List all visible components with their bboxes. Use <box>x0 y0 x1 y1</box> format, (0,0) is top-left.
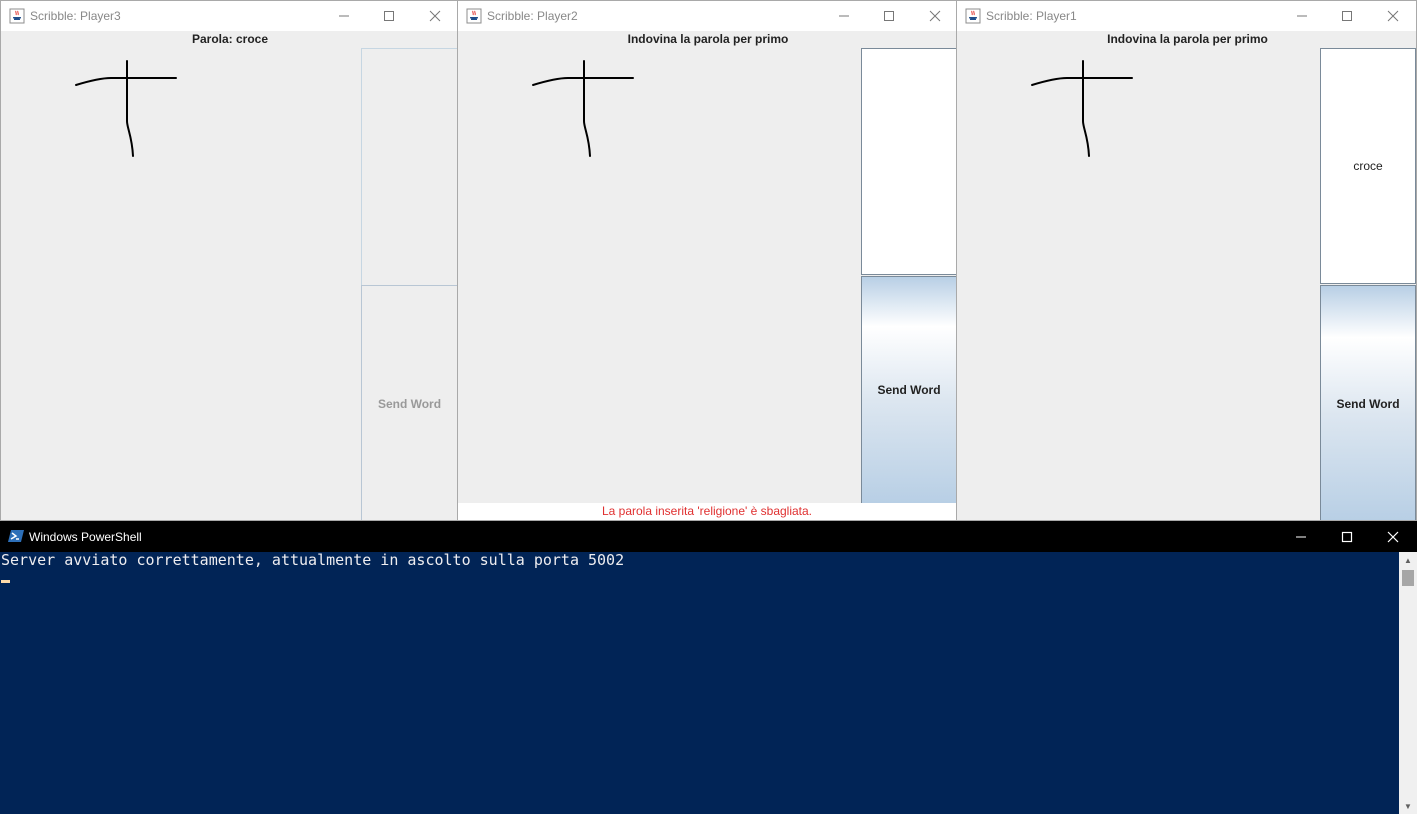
scroll-thumb[interactable] <box>1402 570 1414 586</box>
player3-window: Scribble: Player3 Parola: croce Send Wor… <box>0 0 458 521</box>
cross-drawing <box>1031 60 1133 157</box>
java-cup-icon <box>466 8 482 24</box>
send-word-button[interactable]: Send Word <box>861 276 956 504</box>
hint-header: Indovina la parola per primo <box>627 32 789 46</box>
word-display-area <box>361 48 457 286</box>
minimize-icon <box>339 15 349 17</box>
scroll-down-icon[interactable]: ▼ <box>1399 798 1417 814</box>
java-cup-icon <box>9 8 25 24</box>
cross-drawing <box>532 60 634 157</box>
title-bar[interactable]: Scribble: Player3 <box>1 1 457 31</box>
close-button[interactable] <box>1370 1 1416 31</box>
minimize-button[interactable] <box>1279 1 1325 31</box>
close-icon <box>1387 10 1399 22</box>
close-button[interactable] <box>912 1 956 31</box>
player2-window: Scribble: Player2 Indovina la parola per… <box>457 0 957 521</box>
close-icon <box>929 10 941 22</box>
minimize-button[interactable] <box>821 1 867 31</box>
minimize-icon <box>839 15 849 17</box>
window-title: Scribble: Player2 <box>487 9 578 23</box>
maximize-button[interactable] <box>1324 521 1370 552</box>
vertical-scrollbar[interactable]: ▲ ▼ <box>1399 552 1417 814</box>
close-button[interactable] <box>412 1 457 31</box>
send-word-button[interactable]: Send Word <box>361 285 457 520</box>
java-cup-icon <box>965 8 981 24</box>
close-button[interactable] <box>1370 521 1416 552</box>
maximize-icon <box>884 11 894 21</box>
window-title: Scribble: Player1 <box>986 9 1077 23</box>
window-title: Scribble: Player3 <box>30 9 121 23</box>
maximize-icon <box>1341 531 1353 543</box>
word-header: Parola: croce <box>191 32 269 46</box>
maximize-icon <box>1342 11 1352 21</box>
title-bar[interactable]: Scribble: Player1 <box>957 1 1416 31</box>
drawing-canvas[interactable] <box>1 48 361 520</box>
console-cursor <box>1 580 10 583</box>
powershell-title: Windows PowerShell <box>29 530 142 544</box>
maximize-button[interactable] <box>1324 1 1370 31</box>
guess-input[interactable]: croce <box>1320 48 1416 284</box>
guess-input[interactable] <box>861 48 956 275</box>
player1-window: Scribble: Player1 Indovina la parola per… <box>956 0 1417 521</box>
drawing-canvas[interactable] <box>458 48 861 505</box>
drawing-canvas[interactable] <box>957 48 1320 521</box>
maximize-icon <box>384 11 394 21</box>
maximize-button[interactable] <box>866 1 912 31</box>
cross-drawing <box>75 60 177 157</box>
minimize-icon <box>1297 15 1307 17</box>
powershell-icon <box>8 530 24 542</box>
powershell-window: Windows PowerShell Server avviato corret… <box>0 521 1417 814</box>
close-icon <box>1387 531 1399 543</box>
minimize-icon <box>1296 536 1306 538</box>
scroll-up-icon[interactable]: ▲ <box>1399 552 1417 568</box>
powershell-title-bar[interactable]: Windows PowerShell <box>0 521 1417 552</box>
close-icon <box>429 10 441 22</box>
status-message: La parola inserita 'religione' è sbaglia… <box>458 503 956 520</box>
minimize-button[interactable] <box>321 1 367 31</box>
console-output[interactable]: Server avviato correttamente, attualment… <box>1 551 624 569</box>
maximize-button[interactable] <box>366 1 412 31</box>
hint-header: Indovina la parola per primo <box>1107 32 1268 46</box>
send-word-button[interactable]: Send Word <box>1320 285 1416 520</box>
minimize-button[interactable] <box>1278 521 1324 552</box>
title-bar[interactable]: Scribble: Player2 <box>458 1 956 31</box>
